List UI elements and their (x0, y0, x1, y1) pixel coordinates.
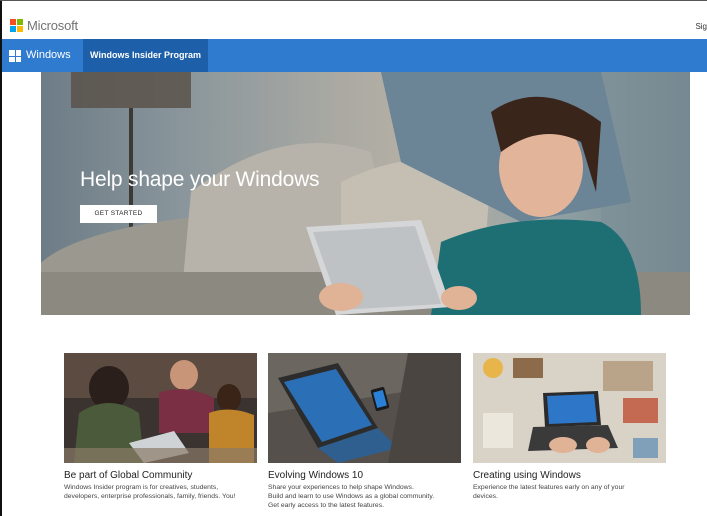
card-desc-line: devices. (473, 493, 498, 501)
main-nav: Windows Windows Insider Program (2, 39, 707, 72)
get-started-button[interactable]: GET STARTED (80, 205, 157, 223)
sign-in-link[interactable]: Sig (695, 22, 707, 31)
card-description: Experience the latest features early on … (473, 483, 678, 501)
hero-photo (41, 72, 690, 315)
hero-title: Help shape your Windows (80, 168, 320, 191)
hero-banner: Help shape your Windows GET STARTED (41, 72, 690, 315)
card-title[interactable]: Be part of Global Community (64, 470, 192, 481)
card-global-community[interactable]: Be part of Global Community Windows Insi… (64, 353, 257, 500)
nav-insider-program-tab[interactable]: Windows Insider Program (83, 39, 208, 72)
card-image-surface[interactable] (268, 353, 461, 463)
site-header: Microsoft Sig (2, 1, 707, 39)
card-desc-line: Share your experiences to help shape Win… (268, 484, 414, 491)
card-title[interactable]: Evolving Windows 10 (268, 470, 363, 481)
card-description: Windows Insider program is for creatives… (64, 483, 269, 501)
card-desc-line: Build and learn to use Windows as a glob… (268, 493, 435, 501)
card-description: Share your experiences to help shape Win… (268, 483, 473, 511)
brand-name[interactable]: Microsoft (27, 18, 78, 33)
card-evolving-windows[interactable]: Evolving Windows 10 Share your experienc… (268, 353, 461, 509)
microsoft-logo-icon[interactable] (10, 19, 24, 33)
card-creating-windows[interactable]: Creating using Windows Experience the la… (473, 353, 666, 500)
windows-logo-icon[interactable] (9, 50, 21, 62)
nav-windows-link[interactable]: Windows (26, 49, 71, 61)
window-edge (0, 0, 2, 516)
card-desc-line: developers, enterprise professionals, fa… (64, 493, 236, 501)
card-title[interactable]: Creating using Windows (473, 470, 581, 481)
card-image-desk[interactable] (473, 353, 666, 463)
card-desc-line: Get early access to the latest features. (268, 502, 384, 510)
card-desc-line: Windows Insider program is for creatives… (64, 484, 219, 491)
card-desc-line: Experience the latest features early on … (473, 484, 625, 491)
card-image-people[interactable] (64, 353, 257, 463)
